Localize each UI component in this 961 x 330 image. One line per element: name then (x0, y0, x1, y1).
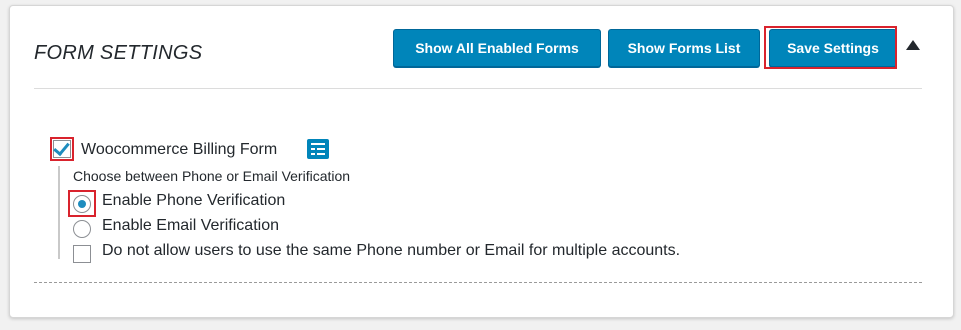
page-title: FORM SETTINGS (34, 42, 203, 64)
show-all-enabled-forms-button[interactable]: Show All Enabled Forms (393, 29, 601, 67)
enable-email-verification-label[interactable]: Enable Email Verification (102, 217, 279, 235)
verification-choice-label: Choose between Phone or Email Verificati… (73, 168, 351, 184)
duplicate-restriction-checkbox[interactable] (73, 245, 91, 263)
form-settings-panel: FORM SETTINGS Show All Enabled Forms Sho… (9, 5, 954, 318)
section-divider (34, 282, 922, 283)
show-forms-list-button[interactable]: Show Forms List (608, 29, 760, 67)
enable-phone-verification-label[interactable]: Enable Phone Verification (102, 192, 285, 210)
form-details-icon[interactable] (307, 139, 329, 159)
checkmark-icon (53, 138, 70, 157)
caret-up-icon[interactable] (906, 40, 920, 50)
header-divider (34, 88, 922, 89)
enable-phone-verification-radio[interactable] (73, 195, 91, 213)
woocommerce-billing-form-label[interactable]: Woocommerce Billing Form (81, 141, 277, 159)
enable-email-verification-radio[interactable] (73, 220, 91, 238)
options-indent-bar (58, 166, 60, 259)
save-settings-button[interactable]: Save Settings (769, 29, 897, 67)
woocommerce-billing-form-checkbox[interactable] (53, 138, 71, 158)
duplicate-restriction-label[interactable]: Do not allow users to use the same Phone… (102, 242, 680, 260)
